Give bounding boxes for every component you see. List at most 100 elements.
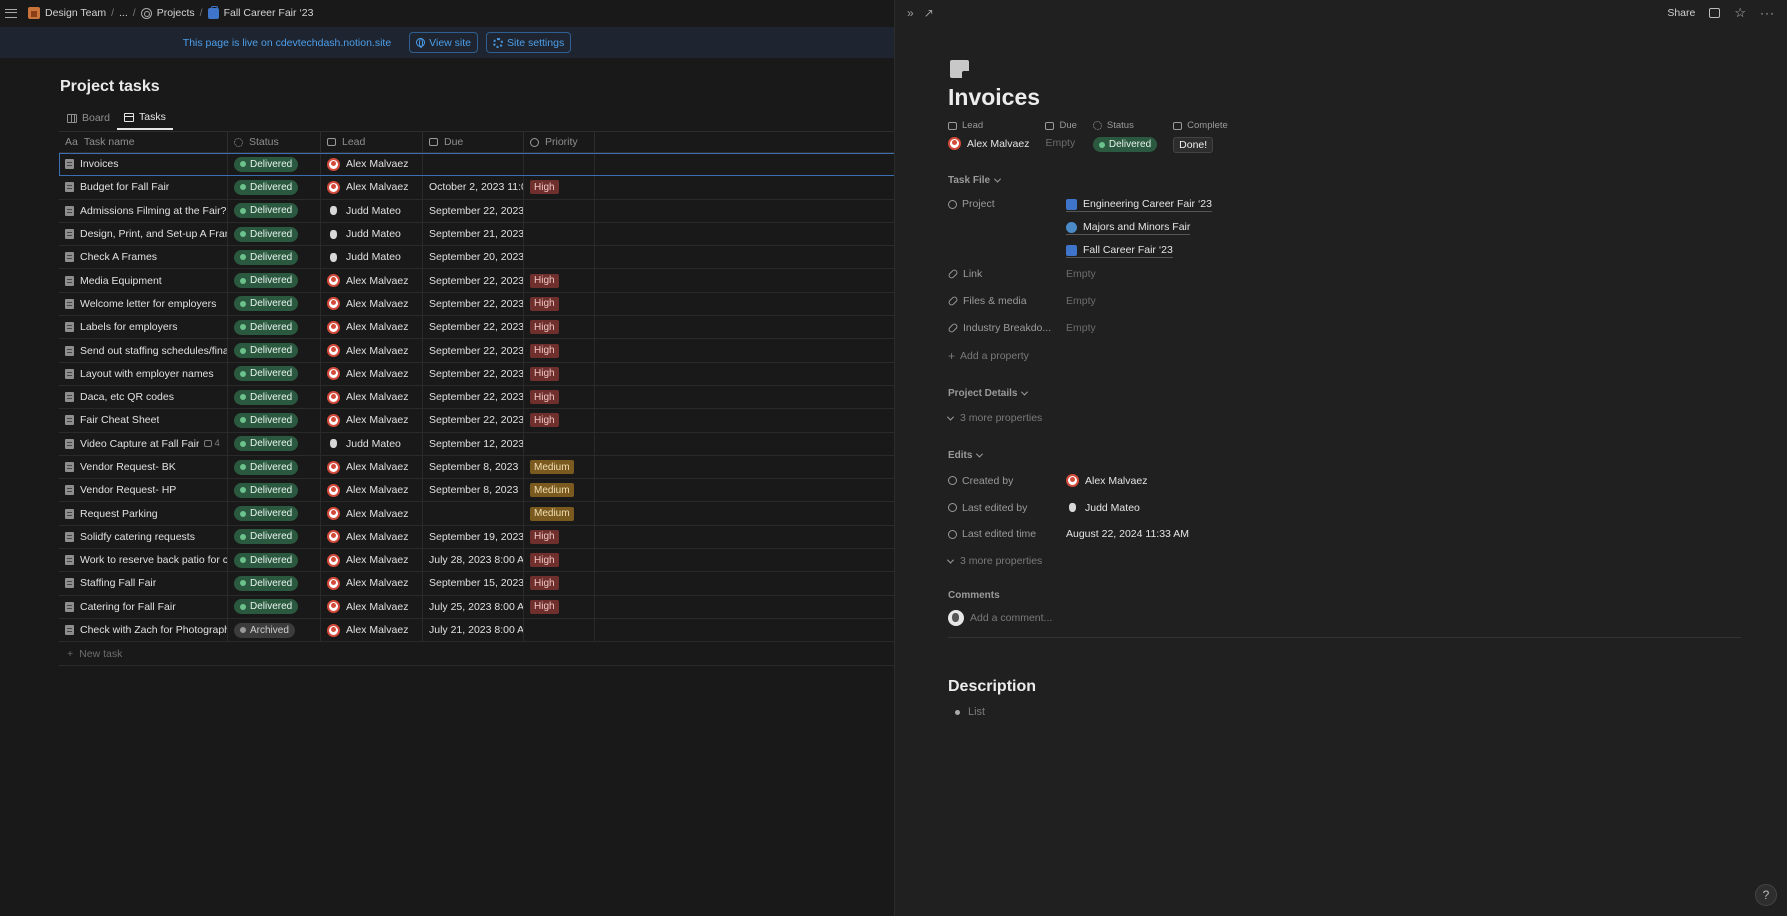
cell-status[interactable]: Delivered [228, 455, 321, 479]
table-row[interactable]: Work to reserve back patio for catering D… [59, 549, 895, 573]
cell-task-name[interactable]: Catering for Fall Fair [59, 595, 228, 618]
cell-lead[interactable]: Judd Mateo [321, 222, 423, 246]
page-icon[interactable] [950, 60, 969, 78]
cell-due[interactable]: September 8, 2023 [423, 455, 524, 479]
cell-lead[interactable]: Alex Malvaez [321, 479, 423, 502]
relation-engineering-career-fair[interactable]: Engineering Career Fair ‘23 [1066, 198, 1212, 212]
tab-board[interactable]: Board [60, 106, 117, 130]
cell-due[interactable]: September 20, 2023 [423, 246, 524, 269]
cell-due[interactable]: September 19, 2023 [423, 525, 524, 549]
breadcrumb-projects[interactable]: Projects [157, 7, 195, 19]
cell-due[interactable]: September 22, 2023 [423, 362, 524, 385]
cell-priority[interactable]: Medium [524, 479, 595, 502]
breadcrumb-ellipsis[interactable]: ... [119, 7, 128, 19]
close-peek-icon[interactable]: » [907, 6, 914, 20]
files-value[interactable]: Empty [1066, 295, 1096, 307]
table-row[interactable]: Labels for employers Delivered Alex Malvae… [59, 316, 895, 340]
last-edited-by-value[interactable]: Judd Mateo [1066, 501, 1140, 514]
table-row[interactable]: Fair Cheat Sheet Delivered Alex Malvaez Sep… [59, 409, 895, 433]
table-row[interactable]: Budget for Fall Fair Delivered Alex Malvae… [59, 176, 895, 200]
cell-task-name[interactable]: Video Capture at Fall Fair 4 [59, 432, 228, 455]
cell-task-name[interactable]: Vendor Request- HP [59, 479, 228, 502]
cell-status[interactable]: Delivered [228, 222, 321, 246]
share-button[interactable]: Share [1667, 7, 1695, 19]
cell-status[interactable]: Delivered [228, 316, 321, 339]
cell-task-name[interactable]: Daca, etc QR codes [59, 385, 228, 409]
cell-due[interactable]: September 22, 2023 [423, 339, 524, 362]
menu-icon[interactable] [5, 8, 17, 18]
table-row[interactable]: Welcome letter for employers Delivered Ale… [59, 292, 895, 317]
edits-section-toggle[interactable]: Edits [948, 450, 984, 461]
cell-lead[interactable]: Alex Malvaez [321, 502, 423, 525]
cell-priority[interactable]: High [524, 549, 595, 572]
cell-priority[interactable]: High [524, 339, 595, 362]
table-row[interactable]: Admissions Filming at the Fair? Delivered… [59, 199, 895, 223]
cell-due[interactable]: September 22, 2023 [423, 409, 524, 432]
cell-priority[interactable] [524, 153, 595, 176]
expand-icon[interactable]: ↗ [924, 6, 934, 20]
table-row[interactable]: Check A Frames Delivered Judd Mateo Septemb… [59, 246, 895, 270]
table-row[interactable]: Request Parking Delivered Alex Malvaez Medi… [59, 502, 895, 526]
cell-due[interactable]: September 15, 2023 [423, 572, 524, 595]
cell-priority[interactable]: High [524, 316, 595, 339]
cell-priority[interactable] [524, 199, 595, 222]
table-row[interactable]: Staffing Fall Fair Delivered Alex Malvaez S… [59, 572, 895, 596]
table-row[interactable]: Daca, etc QR codes Delivered Alex Malvaez S… [59, 385, 895, 410]
cell-status[interactable]: Delivered [228, 199, 321, 222]
cell-lead[interactable]: Alex Malvaez [321, 572, 423, 595]
cell-due[interactable]: July 25, 2023 8:00 AM [423, 595, 524, 618]
cell-status[interactable]: Delivered [228, 339, 321, 362]
comments-icon[interactable] [1709, 8, 1721, 18]
cell-lead[interactable]: Alex Malvaez [321, 549, 423, 572]
cell-status[interactable]: Delivered [228, 572, 321, 595]
table-row[interactable]: Catering for Fall Fair Delivered Alex Malv… [59, 595, 895, 619]
link-value[interactable]: Empty [1066, 268, 1096, 280]
cell-task-name[interactable]: Work to reserve back patio for catering [59, 549, 228, 572]
task-file-section-toggle[interactable]: Task File [948, 175, 1002, 186]
cell-due[interactable]: September 21, 2023 [423, 222, 524, 246]
header-prop-due[interactable]: Due Empty [1045, 120, 1077, 153]
cell-status[interactable]: Delivered [228, 292, 321, 316]
cell-task-name[interactable]: Staffing Fall Fair [59, 572, 228, 595]
cell-priority[interactable]: Medium [524, 455, 595, 479]
cell-due[interactable]: September 12, 2023 [423, 432, 524, 455]
relation-majors-minors-fair[interactable]: Majors and Minors Fair [1066, 221, 1191, 235]
cell-task-name[interactable]: Labels for employers [59, 316, 228, 339]
cell-status[interactable]: Delivered [228, 432, 321, 455]
cell-priority[interactable] [524, 618, 595, 642]
table-row[interactable]: Vendor Request- HP Delivered Alex Malvaez S… [59, 479, 895, 503]
cell-due[interactable]: September 22, 2023 [423, 269, 524, 292]
cell-lead[interactable]: Judd Mateo [321, 199, 423, 222]
cell-status[interactable]: Delivered [228, 385, 321, 409]
cell-task-name[interactable]: Request Parking [59, 502, 228, 525]
column-due[interactable]: Due [423, 132, 524, 152]
cell-status[interactable]: Delivered [228, 153, 321, 176]
cell-status[interactable]: Archived [228, 618, 321, 642]
cell-lead[interactable]: Alex Malvaez [321, 455, 423, 479]
comment-input[interactable]: Add a comment... [970, 612, 1052, 624]
breadcrumb-fall-career-fair[interactable]: Fall Career Fair ‘23 [224, 7, 314, 19]
cell-lead[interactable]: Alex Malvaez [321, 292, 423, 316]
new-task-button[interactable]: + New task [59, 642, 895, 667]
description-list-item[interactable]: List [955, 706, 985, 718]
cell-lead[interactable]: Alex Malvaez [321, 176, 423, 199]
cell-lead[interactable]: Alex Malvaez [321, 362, 423, 385]
more-properties-toggle[interactable]: 3 more properties [946, 555, 1042, 567]
cell-due[interactable]: September 22, 2023 [423, 385, 524, 409]
tab-tasks[interactable]: Tasks [117, 106, 173, 130]
cell-task-name[interactable]: Welcome letter for employers [59, 292, 228, 316]
cell-priority[interactable] [524, 432, 595, 455]
cell-priority[interactable]: High [524, 292, 595, 316]
cell-due[interactable]: September 22, 2023 [423, 199, 524, 222]
cell-priority[interactable]: High [524, 572, 595, 595]
cell-status[interactable]: Delivered [228, 269, 321, 292]
industry-value[interactable]: Empty [1066, 322, 1096, 334]
cell-priority[interactable] [524, 222, 595, 246]
cell-task-name[interactable]: Check with Zach for Photographer [59, 618, 228, 642]
star-icon[interactable]: ☆ [1734, 5, 1746, 21]
add-property-button[interactable]: + Add a property [948, 349, 1029, 363]
cell-lead[interactable]: Judd Mateo [321, 432, 423, 455]
cell-due[interactable] [423, 502, 524, 525]
cell-status[interactable]: Delivered [228, 502, 321, 525]
table-row[interactable]: Design, Print, and Set-up A Frames Delive… [59, 222, 895, 247]
